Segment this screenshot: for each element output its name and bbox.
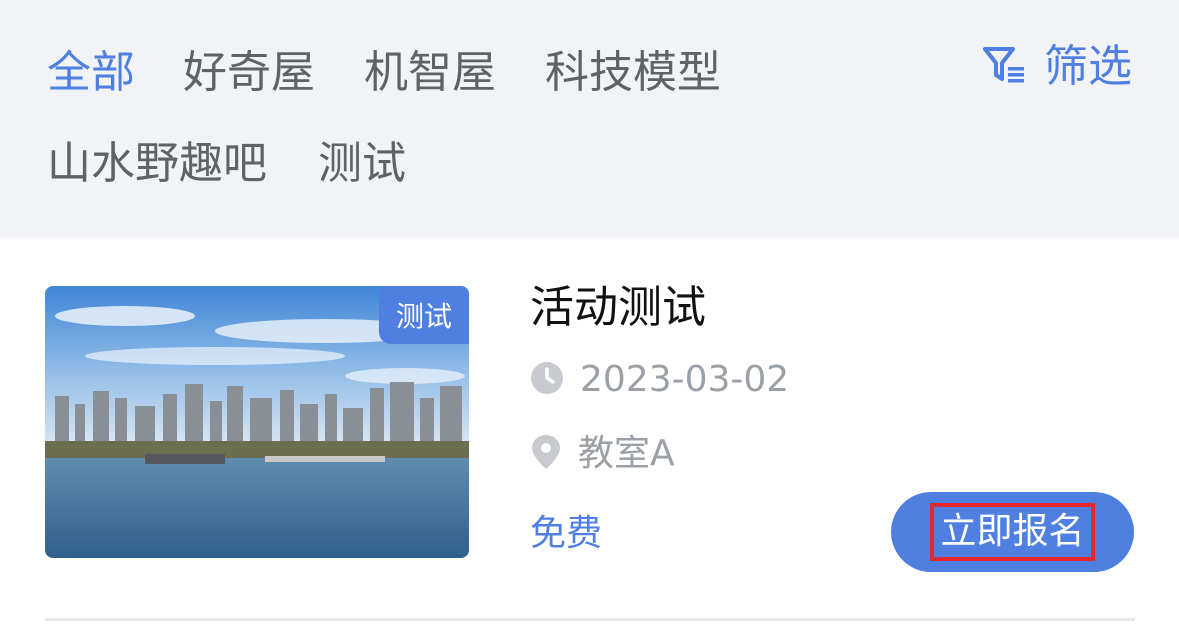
category-tab-smart-house[interactable]: 机智屋 bbox=[364, 46, 496, 100]
filter-label: 筛选 bbox=[1044, 41, 1132, 92]
activity-thumbnail: 测试 bbox=[45, 286, 469, 558]
card-divider bbox=[45, 618, 1135, 621]
filter-icon bbox=[982, 45, 1026, 89]
category-tab-curiosity-house[interactable]: 好奇屋 bbox=[183, 46, 315, 100]
activity-location-row: 教室A bbox=[530, 432, 675, 476]
activity-list-page: 全部 好奇屋 机智屋 科技模型 山水野趣吧 测试 筛选 测试 活动测试 2023… bbox=[0, 0, 1179, 636]
category-tab-outdoor-fun[interactable]: 山水野趣吧 bbox=[47, 137, 267, 191]
activity-date: 2023-03-02 bbox=[580, 359, 790, 400]
filter-button[interactable]: 筛选 bbox=[982, 40, 1132, 94]
activity-price: 免费 bbox=[530, 513, 603, 554]
clock-icon bbox=[530, 361, 564, 399]
activity-location: 教室A bbox=[578, 433, 675, 474]
activity-date-row: 2023-03-02 bbox=[530, 358, 789, 402]
activity-card[interactable]: 测试 活动测试 2023-03-02 教室A 免费 立即报名 bbox=[0, 238, 1179, 636]
signup-button[interactable]: 立即报名 bbox=[891, 492, 1134, 572]
location-pin-icon bbox=[530, 433, 562, 475]
category-tab-all[interactable]: 全部 bbox=[47, 46, 135, 100]
category-tab-tech-model[interactable]: 科技模型 bbox=[545, 46, 721, 100]
signup-button-label: 立即报名 bbox=[930, 503, 1095, 561]
category-tag: 测试 bbox=[379, 286, 469, 344]
category-filter-bar: 全部 好奇屋 机智屋 科技模型 山水野趣吧 测试 筛选 bbox=[0, 0, 1179, 238]
activity-title: 活动测试 bbox=[530, 282, 706, 333]
category-tab-test[interactable]: 测试 bbox=[318, 137, 406, 191]
